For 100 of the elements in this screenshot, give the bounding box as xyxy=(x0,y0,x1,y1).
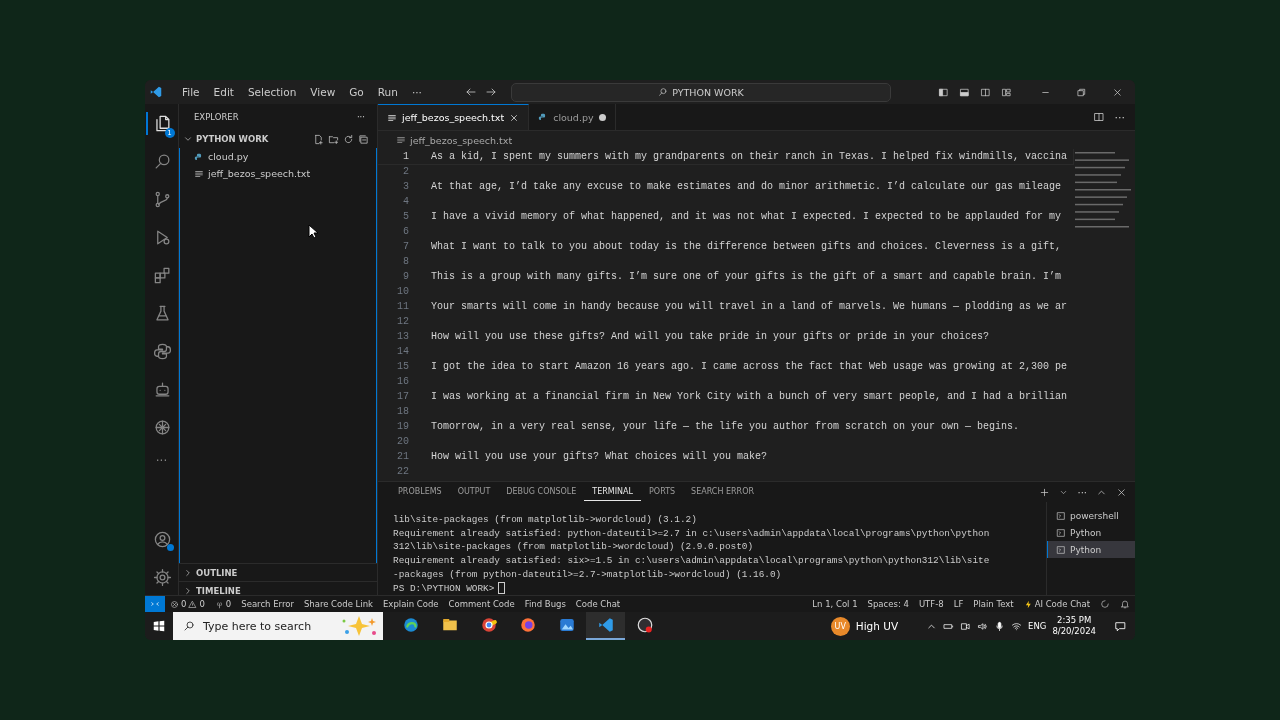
code-editor-app-icon[interactable] xyxy=(596,616,615,634)
status-item[interactable]: UTF-8 xyxy=(913,599,949,609)
panel-tab[interactable]: TERMINAL xyxy=(584,483,642,501)
language-indicator[interactable]: ENG xyxy=(1028,621,1047,631)
panel-toggle-icon[interactable] xyxy=(959,86,970,98)
mouse-pointer-icon xyxy=(308,224,318,239)
ai-chat-status[interactable]: AI Code Chat xyxy=(1018,599,1095,609)
restore-icon[interactable] xyxy=(1075,86,1087,98)
section-header[interactable]: OUTLINE xyxy=(179,563,377,581)
speaker-icon[interactable] xyxy=(977,620,989,632)
forward-arrow-icon[interactable] xyxy=(484,86,497,98)
close-icon[interactable] xyxy=(509,112,520,123)
branch-icon[interactable] xyxy=(153,190,172,209)
plus-icon[interactable] xyxy=(1039,486,1051,498)
status-item[interactable]: Ln 1, Col 1 xyxy=(807,599,863,609)
meeting-icon[interactable] xyxy=(960,620,972,632)
command-center-search[interactable]: PYTHON WORK xyxy=(510,82,891,102)
status-item[interactable]: Code Chat xyxy=(570,599,626,609)
new-folder-icon[interactable] xyxy=(328,133,339,145)
status-item[interactable]: Plain Text xyxy=(968,599,1019,609)
terminal-item[interactable]: Python xyxy=(1047,541,1135,558)
blocks-icon[interactable] xyxy=(153,266,172,285)
close-icon[interactable] xyxy=(1111,86,1123,98)
chevron-down-icon[interactable] xyxy=(183,134,193,144)
ports-status[interactable]: 0 xyxy=(209,599,237,609)
text-cursor xyxy=(498,582,506,595)
bell-icon[interactable] xyxy=(1120,599,1130,609)
taskbar-clock[interactable]: 2:35 PM 8/20/2024 xyxy=(1052,615,1096,637)
search-icon[interactable] xyxy=(153,152,172,171)
more-actions-button[interactable]: ··· xyxy=(356,112,365,122)
line-number: 14 xyxy=(396,346,409,357)
spinner-icon[interactable] xyxy=(1100,599,1110,609)
taskbar-search-field[interactable]: Type here to search xyxy=(173,612,383,640)
terminal-line: 312\lib\site-packages (from matplotlib->wordcloud) (2.9.0.post0) xyxy=(393,540,755,555)
folder-header[interactable]: PYTHON WORK xyxy=(179,130,377,148)
flask-icon[interactable] xyxy=(153,304,172,323)
files-icon[interactable] xyxy=(153,114,172,133)
sidebar-title: EXPLORER xyxy=(194,112,239,122)
sidebar-toggle-icon[interactable] xyxy=(938,86,949,98)
code-line: At that age, I’d take any excuse to make estimates and do minor arithmetic. I’d calculate our gas mileage xyxy=(431,181,1062,192)
notification-icon[interactable] xyxy=(1114,619,1127,633)
python-icon[interactable] xyxy=(153,342,172,361)
more-actions-button[interactable]: ··· xyxy=(1114,110,1125,124)
panel-tab[interactable]: PORTS xyxy=(641,483,684,501)
editor-tab[interactable]: jeff_bezos_speech.txt xyxy=(378,104,530,130)
more-actions-button[interactable]: ··· xyxy=(1077,486,1087,498)
account-icon[interactable] xyxy=(153,530,172,549)
chevron-right-icon[interactable] xyxy=(183,585,193,596)
code-line: What I want to talk to you about today is the difference between gifts and choices. Cleverness is a gift, xyxy=(431,241,1062,252)
menu-item[interactable]: Selection xyxy=(240,84,304,100)
panel-tab[interactable]: DEBUG CONSOLE xyxy=(498,483,585,501)
browser-app-icon[interactable] xyxy=(479,616,498,634)
weather-label[interactable]: High UV xyxy=(855,620,899,632)
robot-icon[interactable] xyxy=(153,380,172,399)
split-toggle-icon[interactable] xyxy=(980,86,991,98)
explorer-tree-row[interactable]: cloud.py xyxy=(180,148,376,165)
terminal-item[interactable]: powershell xyxy=(1047,507,1135,524)
more-menu[interactable]: ··· xyxy=(404,84,429,100)
menu-item[interactable]: Run xyxy=(370,84,405,100)
error-icon xyxy=(170,599,179,609)
breadcrumb[interactable]: jeff_bezos_speech.txt xyxy=(410,134,513,146)
text-file-icon xyxy=(396,135,406,145)
chevron-right-icon[interactable] xyxy=(183,567,193,578)
status-item[interactable]: Share Code Link xyxy=(298,599,378,609)
panel-tab[interactable]: PROBLEMS xyxy=(390,483,450,501)
panel-tab[interactable]: OUTPUT xyxy=(449,483,499,501)
settings-icon[interactable] xyxy=(153,568,172,587)
search-icon xyxy=(658,87,669,97)
menu-item[interactable]: View xyxy=(303,84,343,100)
photos-app-icon[interactable] xyxy=(557,616,576,634)
status-item[interactable]: Comment Code xyxy=(443,599,520,609)
split-editor-icon[interactable] xyxy=(1092,111,1105,123)
new-file-icon[interactable] xyxy=(313,133,324,145)
status-item[interactable]: LF xyxy=(948,599,969,609)
line-number: 8 xyxy=(402,256,409,267)
menu-item[interactable]: Edit xyxy=(206,84,241,100)
explorer-tree-row[interactable]: jeff_bezos_speech.txt xyxy=(180,165,376,182)
collapse-all-icon[interactable] xyxy=(358,133,369,145)
problems-status[interactable]: 0 0 xyxy=(165,599,210,609)
status-item[interactable]: Search Error xyxy=(236,599,299,609)
layout-icon[interactable] xyxy=(1001,86,1012,98)
more-views-button[interactable]: ··· xyxy=(155,454,168,468)
record-app-icon[interactable] xyxy=(635,616,654,634)
terminal-item[interactable]: Python xyxy=(1047,524,1135,541)
globe-app-icon[interactable] xyxy=(401,616,420,634)
wifi-icon[interactable] xyxy=(1011,620,1023,632)
status-item[interactable]: Find Bugs xyxy=(519,599,571,609)
status-item[interactable]: Explain Code xyxy=(378,599,444,609)
terminal-line: Requirement already satisfied: python-dateutil>=2.7 in c:\users\admin\appdata\local\programs\python\python xyxy=(393,526,991,541)
back-arrow-icon[interactable] xyxy=(464,86,477,98)
code-line: I got the idea to start Amazon 16 years ago. I came across the fact that Web usage was growing at 2,300 pe xyxy=(431,361,1068,372)
menu-item[interactable]: File xyxy=(175,84,207,100)
microphone-icon[interactable] xyxy=(994,620,1006,632)
close-icon[interactable] xyxy=(1116,486,1127,498)
menu-item[interactable]: Go xyxy=(342,84,371,100)
fox-app-icon[interactable] xyxy=(518,616,537,634)
status-item[interactable]: Spaces: 4 xyxy=(862,599,914,609)
panel-tab[interactable]: SEARCH ERROR xyxy=(683,483,763,501)
warning-icon xyxy=(188,599,198,609)
windows-logo-icon[interactable] xyxy=(152,619,166,633)
